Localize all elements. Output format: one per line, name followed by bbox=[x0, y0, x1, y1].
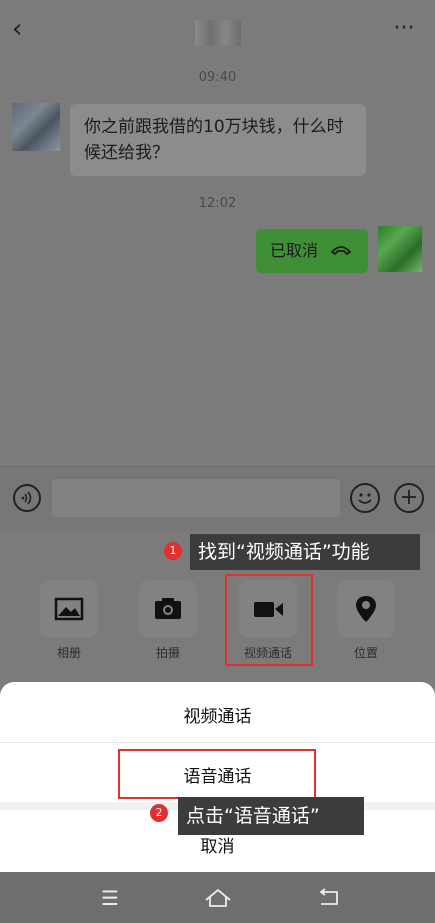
divider bbox=[0, 742, 435, 743]
image-icon bbox=[40, 580, 98, 638]
annotation-highlight-box bbox=[118, 749, 316, 799]
tool-label: 拍摄 bbox=[155, 646, 180, 660]
contact-avatar[interactable] bbox=[12, 103, 60, 151]
contact-name-blurred bbox=[195, 20, 241, 46]
system-nav-bar: ☰ bbox=[0, 872, 435, 923]
annotation-highlight-box bbox=[225, 574, 313, 666]
hang-up-icon bbox=[330, 229, 352, 273]
plus-icon[interactable]: + bbox=[394, 483, 424, 513]
home-icon[interactable] bbox=[198, 882, 238, 914]
location-pin-icon bbox=[337, 580, 395, 638]
self-avatar[interactable] bbox=[378, 226, 422, 272]
outgoing-call-bubble[interactable]: 已取消 bbox=[256, 229, 368, 273]
tool-camera[interactable]: 拍摄 bbox=[136, 580, 200, 661]
tool-album[interactable]: 相册 bbox=[37, 580, 101, 661]
video-call-option[interactable]: 视频通话 bbox=[0, 702, 435, 727]
step-number-badge: 1 bbox=[164, 542, 182, 560]
call-status-text: 已取消 bbox=[270, 241, 319, 260]
incoming-message[interactable]: 你之前跟我借的10万块钱，什么时候还给我？ bbox=[70, 104, 366, 176]
chat-header: ‹ ··· bbox=[0, 0, 435, 64]
timestamp: 09:40 bbox=[198, 70, 237, 85]
step-number-badge: 2 bbox=[150, 804, 168, 822]
cancel-button[interactable]: 取消 bbox=[0, 832, 435, 857]
tool-label: 位置 bbox=[353, 646, 378, 660]
more-options-icon[interactable]: ··· bbox=[388, 14, 420, 44]
camera-icon bbox=[139, 580, 197, 638]
chat-input-bar: + bbox=[0, 466, 435, 531]
back-icon[interactable]: ‹ bbox=[12, 14, 38, 44]
more-tools-panel: 相册 拍摄 视频通话 位置 bbox=[0, 580, 435, 670]
annotation-tooltip: 点击“语音通话” bbox=[178, 797, 364, 835]
back-nav-icon[interactable] bbox=[310, 882, 350, 914]
annotation-tooltip: 找到“视频通话”功能 bbox=[190, 534, 420, 570]
timestamp: 12:02 bbox=[198, 196, 237, 211]
tool-location[interactable]: 位置 bbox=[334, 580, 398, 661]
emoji-icon[interactable] bbox=[350, 483, 380, 513]
menu-icon[interactable]: ☰ bbox=[90, 882, 130, 914]
tool-label: 相册 bbox=[56, 646, 81, 660]
voice-input-icon[interactable] bbox=[13, 484, 41, 512]
message-input[interactable] bbox=[52, 479, 340, 517]
annotation-step-1: 1 找到“视频通话”功能 bbox=[160, 534, 420, 574]
